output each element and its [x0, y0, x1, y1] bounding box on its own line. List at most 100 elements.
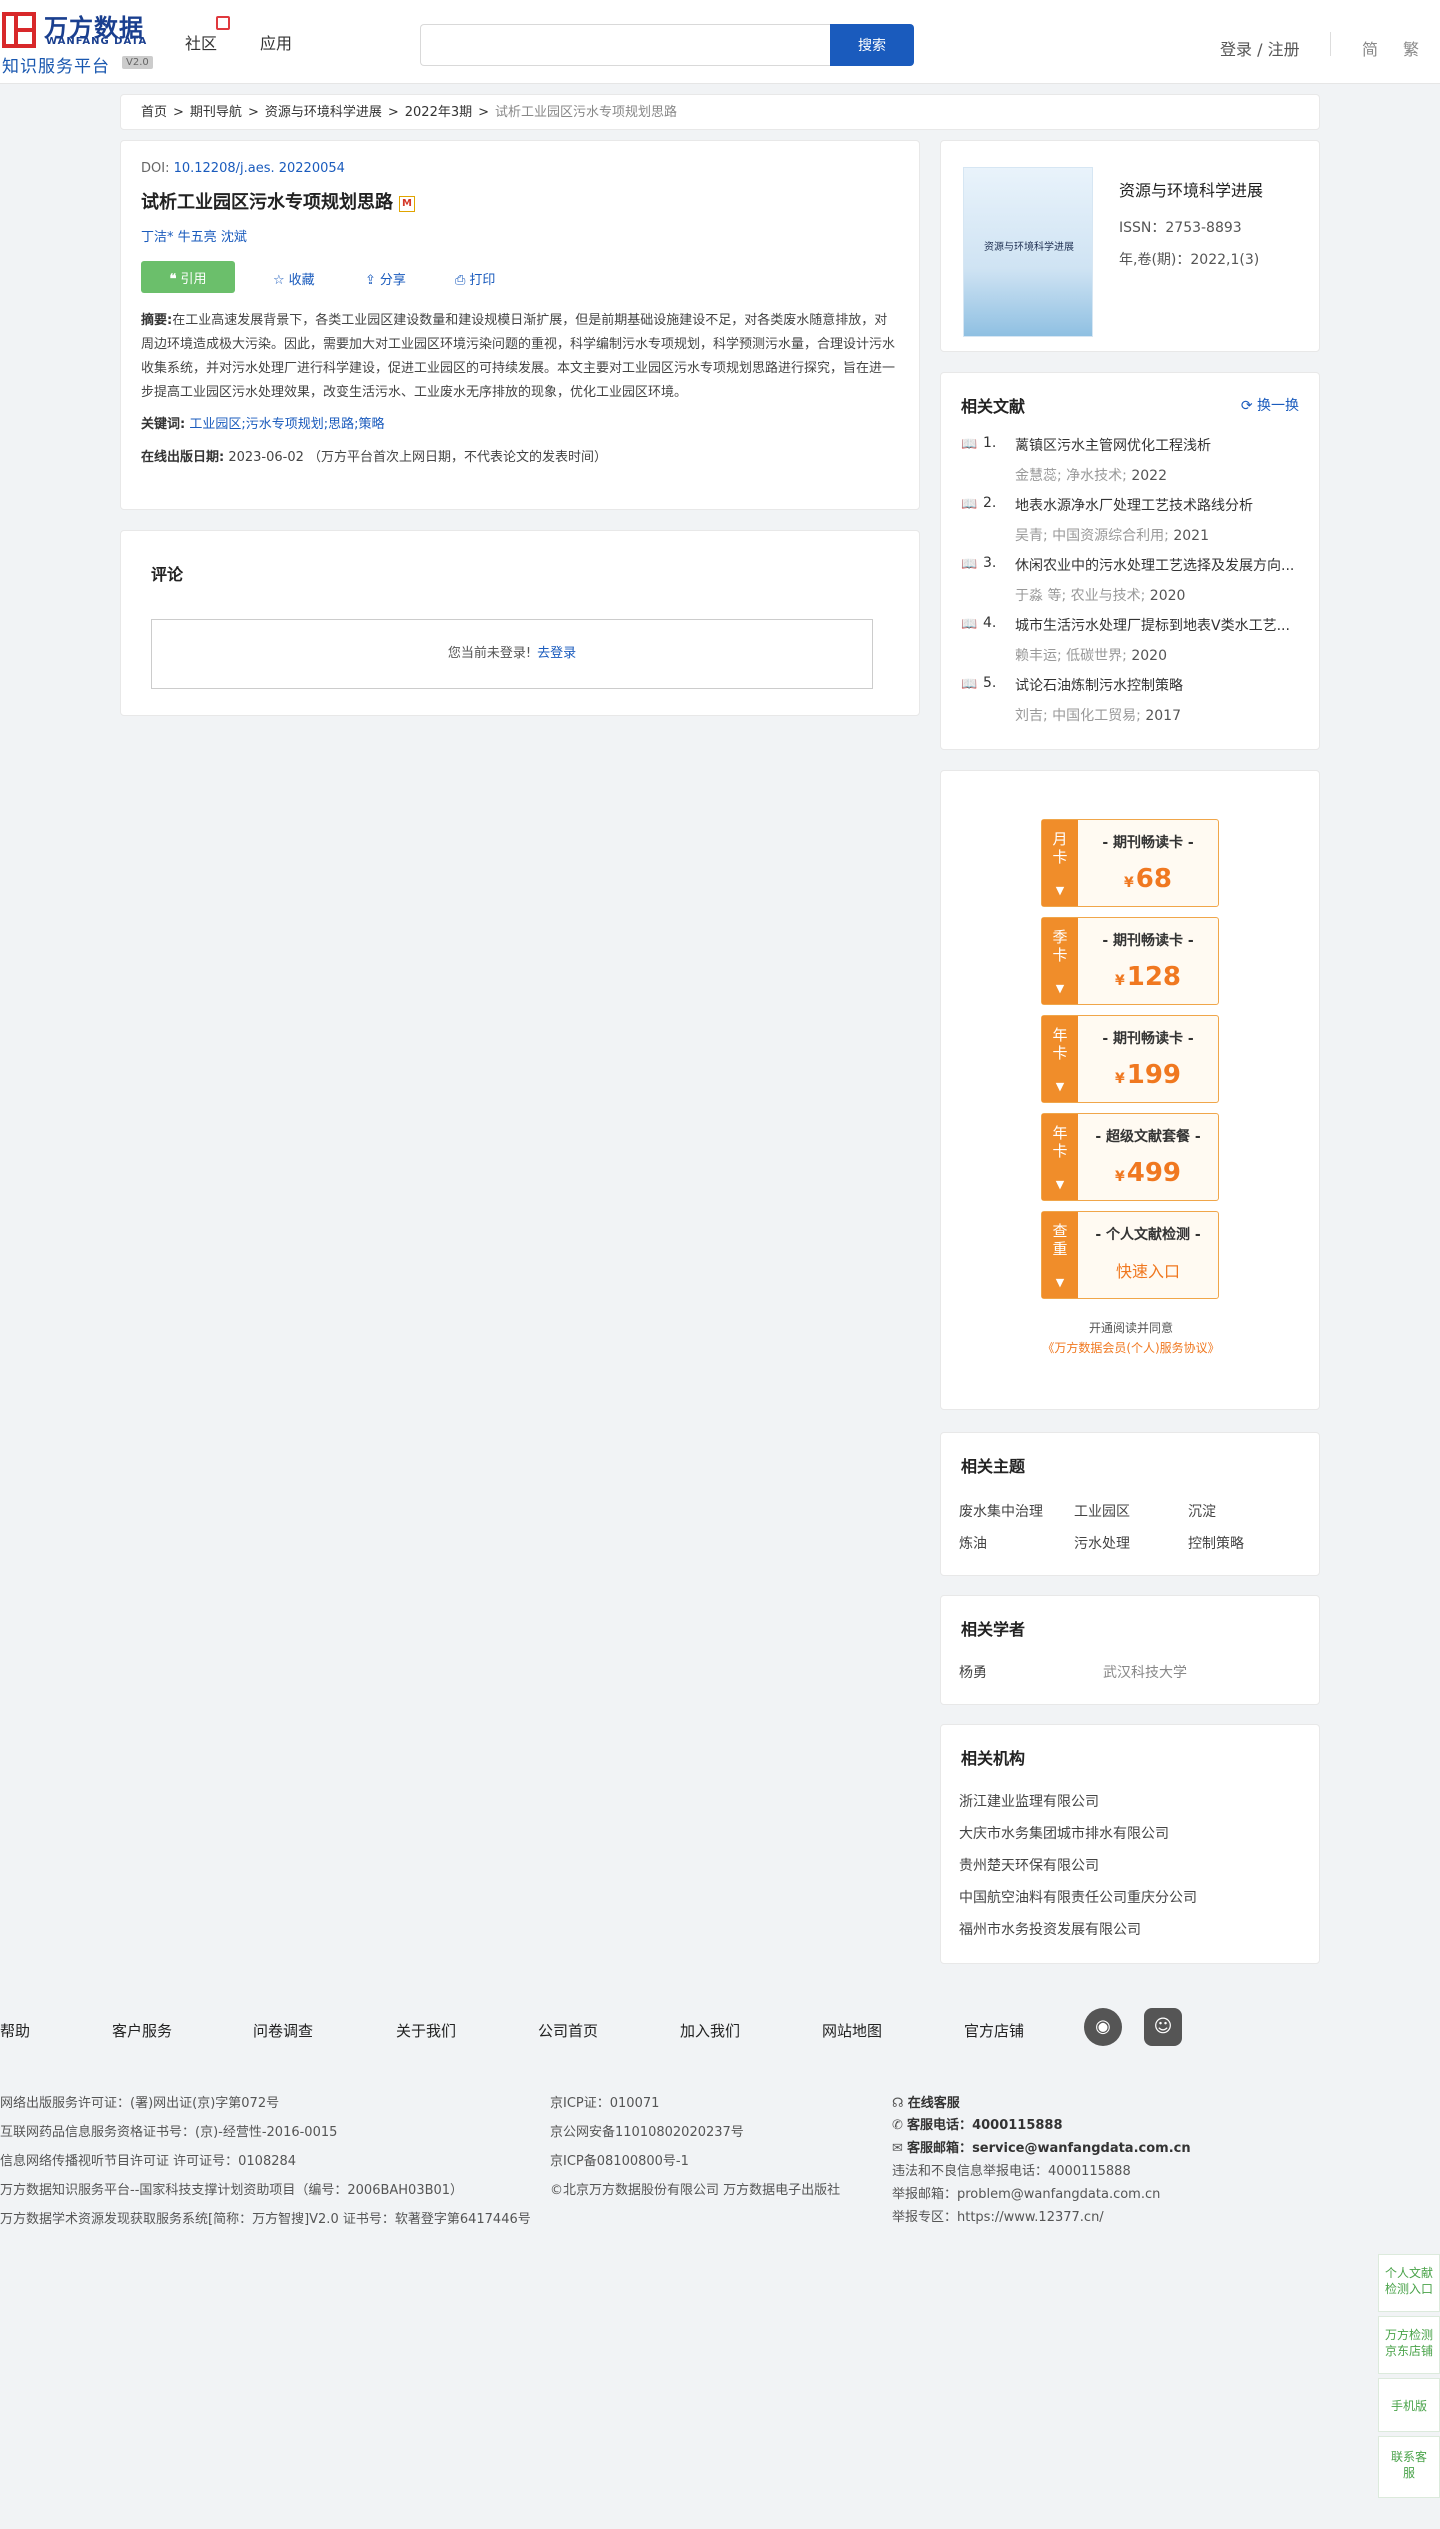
footer-license: 万方数据学术资源发现获取服务系统[简称：万方智搜]V2.0 证书号：软著登字第6… — [0, 2212, 531, 2227]
related-institutions-card: 相关机构 浙江建业监理有限公司 大庆市水务集团城市排水有限公司 贵州楚天环保有限… — [940, 1724, 1320, 1964]
lang-traditional[interactable]: 繁 — [1403, 36, 1419, 60]
go-login-link[interactable]: 去登录 — [537, 646, 576, 661]
comments-title: 评论 — [151, 565, 184, 584]
doc-title[interactable]: 城市生活污水处理厂提标到地表Ⅴ类水工艺... — [1015, 615, 1295, 635]
topic-link[interactable]: 污水处理 — [1074, 1533, 1130, 1553]
topic-link[interactable]: 废水集中治理 — [959, 1501, 1043, 1521]
printer-icon: ⎙ — [455, 273, 466, 288]
topic-link[interactable]: 控制策略 — [1188, 1533, 1244, 1553]
doc-meta: 赖丰运; 低碳世界; 2020 — [1015, 648, 1167, 664]
journal-year-issue: 年,卷(期)：2022,1(3) — [1119, 252, 1260, 268]
footer-help[interactable]: 帮助 — [0, 2020, 30, 2041]
institution-link[interactable]: 中国航空油料有限责任公司重庆分公司 — [959, 1887, 1197, 1907]
book-icon: 📖 — [961, 497, 978, 512]
author-link[interactable]: 丁洁* — [141, 230, 174, 245]
search-button[interactable]: 搜索 — [830, 24, 914, 66]
doc-title[interactable]: 休闲农业中的污水处理工艺选择及发展方向... — [1015, 555, 1295, 575]
site-footer: 帮助 客户服务 问卷调查 关于我们 公司首页 加入我们 网站地图 官方店铺 ◉ … — [0, 1992, 1440, 2529]
author-link[interactable]: 沈斌 — [221, 230, 247, 245]
book-icon: 📖 — [961, 437, 978, 452]
comment-box: 您当前未登录! 去登录 — [151, 619, 873, 689]
author-link[interactable]: 牛五亮 — [178, 230, 217, 245]
package-super[interactable]: 年卡 ▼ - 超级文献套餐 - ¥499 — [1041, 1113, 1219, 1201]
refresh-button[interactable]: ⟳ 换一换 — [1241, 395, 1299, 415]
wechat-icon[interactable]: ☺ — [1144, 2008, 1182, 2046]
footer-icp: 京ICP备08100800号-1 — [550, 2154, 689, 2169]
book-icon: 📖 — [961, 677, 978, 692]
institution-link[interactable]: 福州市水务投资发展有限公司 — [959, 1919, 1141, 1939]
search-input[interactable] — [420, 24, 830, 66]
topic-link[interactable]: 工业园区 — [1074, 1501, 1130, 1521]
package-name: - 超级文献套餐 - — [1095, 1129, 1201, 1145]
chevron-down-icon: ▼ — [1055, 1276, 1065, 1289]
package-tag: 年卡 ▼ — [1042, 1114, 1078, 1200]
doi-link[interactable]: 10.12208/j.aes. 20220054 — [174, 161, 345, 176]
footer-customer-service[interactable]: 客户服务 — [112, 2020, 172, 2041]
float-mobile[interactable]: 手机版 — [1378, 2378, 1440, 2432]
nav-community[interactable]: 社区 — [185, 30, 217, 54]
cite-button[interactable]: ❝ 引用 — [141, 261, 235, 293]
breadcrumb-home[interactable]: 首页 — [141, 105, 167, 120]
footer-survey[interactable]: 问卷调查 — [253, 2020, 313, 2041]
abstract-text: 在工业高速发展背景下，各类工业园区建设数量和建设规模日渐扩展，但是前期基础设施建… — [141, 313, 896, 400]
doc-title[interactable]: 试论石油炼制污水控制策略 — [1015, 675, 1295, 695]
share-button[interactable]: ⇪ 分享 — [365, 269, 406, 288]
abstract-label: 摘要: — [141, 313, 173, 328]
package-plagiarism-check[interactable]: 查重 ▼ - 个人文献检测 - 快速入口 — [1041, 1211, 1219, 1299]
online-service-link[interactable]: ☊ 在线客服 — [892, 2092, 960, 2111]
chevron-down-icon: ▼ — [1055, 1080, 1065, 1093]
package-name: - 期刊畅读卡 - — [1102, 835, 1194, 851]
footer-about[interactable]: 关于我们 — [396, 2020, 456, 2041]
cover-title: 资源与环境科学进展 — [984, 242, 1074, 253]
related-docs-card: 相关文献 ⟳ 换一换 📖 1. 蓠镇区污水主管网优化工程浅析 金慧蕊; 净水技术… — [940, 372, 1320, 750]
print-button[interactable]: ⎙ 打印 — [455, 269, 495, 288]
subscription-card: 月卡 ▼ - 期刊畅读卡 - ¥68 季卡 ▼ - 期刊畅读卡 - ¥128 年卡 ▼… — [940, 770, 1320, 1410]
wanfang-logo[interactable]: 万方数据 WANFANG DATA 知识服务平台 V2.0 — [0, 6, 160, 77]
abstract: 摘要:在工业高速发展背景下，各类工业园区建设数量和建设规模日渐扩展，但是前期基础… — [141, 309, 899, 405]
service-agreement-link[interactable]: 《万方数据会员(个人)服务协议》 — [941, 1339, 1321, 1356]
float-plagiarism-entry[interactable]: 个人文献检测入口 — [1378, 2254, 1440, 2312]
doc-title[interactable]: 蓠镇区污水主管网优化工程浅析 — [1015, 435, 1295, 455]
package-monthly[interactable]: 月卡 ▼ - 期刊畅读卡 - ¥68 — [1041, 819, 1219, 907]
report-site-link[interactable]: 举报专区：https://www.12377.cn/ — [892, 2206, 1104, 2225]
mendeley-icon[interactable]: M — [399, 196, 415, 212]
version-badge: V2.0 — [122, 56, 153, 69]
breadcrumb-issue[interactable]: 2022年3期 — [405, 105, 472, 120]
keyword-link[interactable]: 思路; — [328, 417, 358, 432]
login-register-link[interactable]: 登录 / 注册 — [1220, 36, 1300, 60]
keyword-link[interactable]: 工业园区; — [189, 417, 245, 432]
scholar-name[interactable]: 杨勇 — [959, 1662, 987, 1682]
footer-join-us[interactable]: 加入我们 — [680, 2020, 740, 2041]
doc-title[interactable]: 地表水源净水厂处理工艺技术路线分析 — [1015, 495, 1295, 515]
topic-link[interactable]: 沉淀 — [1188, 1501, 1216, 1521]
footer-official-store[interactable]: 官方店铺 — [964, 2020, 1024, 2041]
weibo-icon[interactable]: ◉ — [1084, 2008, 1122, 2046]
float-jd-store[interactable]: 万方检测京东店铺 — [1378, 2316, 1440, 2374]
refresh-label: 换一换 — [1257, 398, 1299, 414]
breadcrumb-journal[interactable]: 资源与环境科学进展 — [265, 105, 382, 120]
pubdate-label: 在线出版日期: — [141, 450, 225, 465]
header-divider — [1330, 32, 1331, 56]
keyword-link[interactable]: 策略 — [359, 417, 385, 432]
institution-link[interactable]: 大庆市水务集团城市排水有限公司 — [959, 1823, 1169, 1843]
collect-button[interactable]: ☆ 收藏 — [273, 269, 315, 288]
nav-apps[interactable]: 应用 — [260, 30, 292, 54]
book-icon: 📖 — [961, 617, 978, 632]
package-yearly[interactable]: 年卡 ▼ - 期刊畅读卡 - ¥199 — [1041, 1015, 1219, 1103]
footer-company-home[interactable]: 公司首页 — [538, 2020, 598, 2041]
topic-link[interactable]: 炼油 — [959, 1533, 987, 1553]
package-quarterly[interactable]: 季卡 ▼ - 期刊畅读卡 - ¥128 — [1041, 917, 1219, 1005]
related-scholars-card: 相关学者 杨勇 武汉科技大学 — [940, 1595, 1320, 1705]
keyword-link[interactable]: 污水专项规划; — [246, 417, 328, 432]
footer-sitemap[interactable]: 网站地图 — [822, 2020, 882, 2041]
journal-name[interactable]: 资源与环境科学进展 — [1119, 177, 1263, 201]
footer-license: 网络出版服务许可证：(署)网出证(京)字第072号 — [0, 2096, 280, 2111]
logo-mark-icon — [2, 12, 36, 48]
chevron-down-icon: ▼ — [1055, 982, 1065, 995]
breadcrumb-journal-nav[interactable]: 期刊导航 — [190, 105, 242, 120]
institution-link[interactable]: 浙江建业监理有限公司 — [959, 1791, 1099, 1811]
journal-cover[interactable]: 资源与环境科学进展 — [963, 167, 1093, 337]
float-contact-service[interactable]: 联系客服 — [1378, 2436, 1440, 2498]
lang-simplified[interactable]: 简 — [1362, 36, 1378, 60]
institution-link[interactable]: 贵州楚天环保有限公司 — [959, 1855, 1099, 1875]
